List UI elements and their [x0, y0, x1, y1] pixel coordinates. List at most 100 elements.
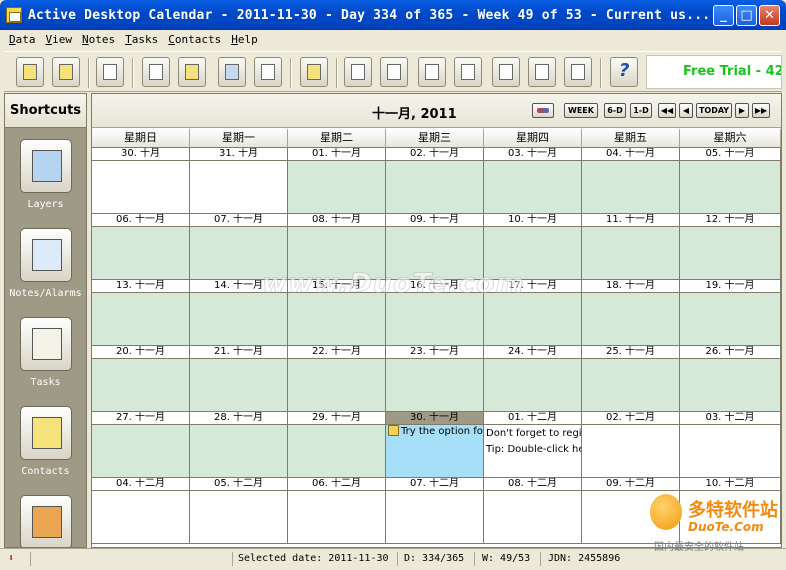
status-separator [540, 552, 541, 566]
download-icon[interactable]: ⬇ [8, 553, 20, 565]
today-button[interactable]: TODAY [696, 103, 732, 118]
layer-calendar-button[interactable] [16, 57, 44, 87]
day-cell[interactable]: 07. 十二月 [386, 478, 484, 544]
day-cell[interactable]: 04. 十一月 [582, 148, 680, 214]
menu-tasks[interactable]: Tasks [120, 31, 163, 49]
day-cell-date: 02. 十一月 [386, 148, 483, 161]
day-cell-date: 13. 十一月 [92, 280, 189, 293]
day-cell[interactable]: 18. 十一月 [582, 280, 680, 346]
day-cell-date: 02. 十二月 [582, 412, 679, 425]
calendar-note[interactable]: Tip: Double-click he [484, 441, 581, 457]
menu-view[interactable]: View [41, 31, 78, 49]
delete-layer-button[interactable] [254, 57, 282, 87]
edit-layer-button[interactable] [142, 57, 170, 87]
day-cell[interactable]: 22. 十一月 [288, 346, 386, 412]
close-button[interactable]: ✕ [759, 5, 780, 26]
day-cell[interactable]: 20. 十一月 [92, 346, 190, 412]
logo-tagline: 国内最安全的软件站 [654, 542, 744, 553]
day-cell[interactable]: 03. 十一月 [484, 148, 582, 214]
status-selected-date: Selected date: 2011-11-30 [238, 553, 389, 564]
window-title: Active Desktop Calendar - 2011-11-30 - D… [28, 8, 711, 23]
move-down-button[interactable] [454, 57, 482, 87]
day-cell[interactable]: 13. 十一月 [92, 280, 190, 346]
free-trial-banner[interactable]: Free Trial - 42 D [646, 55, 782, 89]
day-cell[interactable]: 31. 十月 [190, 148, 288, 214]
day-cell-date: 11. 十一月 [582, 214, 679, 227]
day-cell-date: 26. 十一月 [680, 346, 780, 359]
day-cell[interactable]: 27. 十一月 [92, 412, 190, 478]
day-cell[interactable]: 29. 十一月 [288, 412, 386, 478]
shortcut-pictures[interactable] [5, 495, 86, 547]
day-cell[interactable]: 06. 十二月 [288, 478, 386, 544]
month-title: 十一月, 2011 [372, 107, 457, 122]
day-cell[interactable]: 01. 十一月 [288, 148, 386, 214]
six-day-view-button[interactable]: 6-D [604, 103, 626, 118]
day-cell[interactable]: 30. 十月 [92, 148, 190, 214]
complete-task-button[interactable] [380, 57, 408, 87]
menu-notes[interactable]: Notes [77, 31, 120, 49]
menu-data[interactable]: Data [4, 31, 41, 49]
note-icon [388, 425, 399, 436]
weekday-header: 星期日 [92, 129, 190, 148]
edit-task-button[interactable] [344, 57, 372, 87]
shortcut-contacts[interactable]: Contacts [5, 406, 86, 477]
note-icon [307, 64, 321, 80]
day-cell[interactable]: 26. 十一月 [680, 346, 781, 412]
shortcut-tasks[interactable]: Tasks [5, 317, 86, 388]
search-button[interactable] [178, 57, 206, 87]
status-separator [30, 552, 31, 566]
day-cell[interactable]: 21. 十一月 [190, 346, 288, 412]
day-cell[interactable]: 28. 十一月 [190, 412, 288, 478]
shortcut-label: Notes/Alarms [9, 288, 82, 299]
day-cell-date: 01. 十一月 [288, 148, 385, 161]
help-button[interactable]: ? [610, 57, 638, 87]
maximize-button[interactable]: □ [736, 5, 757, 26]
menu-contacts[interactable]: Contacts [163, 31, 226, 49]
layer-alarm-button[interactable] [52, 57, 80, 87]
color-scheme-button[interactable] [532, 103, 554, 118]
one-day-view-button[interactable]: 1-D [630, 103, 652, 118]
day-cell-date: 06. 十一月 [92, 214, 189, 227]
pictures-icon [19, 495, 72, 547]
day-cell[interactable]: 05. 十二月 [190, 478, 288, 544]
menu-help[interactable]: Help [226, 31, 263, 49]
day-cell[interactable]: 11. 十一月 [582, 214, 680, 280]
day-cell[interactable]: 04. 十二月 [92, 478, 190, 544]
day-cell[interactable]: 01. 十二月 Don't forget to regist Tip: Double… [484, 412, 582, 478]
weekday-header: 星期六 [680, 129, 781, 148]
move-bottom-button[interactable] [528, 57, 556, 87]
minimize-button[interactable]: _ [713, 5, 734, 26]
delete-task-button[interactable] [564, 57, 592, 87]
calendar-note[interactable]: Don't forget to regist [484, 425, 581, 441]
new-note-button[interactable] [300, 57, 328, 87]
day-cell[interactable]: 06. 十一月 [92, 214, 190, 280]
day-cell-date: 31. 十月 [190, 148, 287, 161]
print-button[interactable] [96, 57, 124, 87]
day-cell[interactable]: 19. 十一月 [680, 280, 781, 346]
calendar-note[interactable]: Try the option for [386, 425, 483, 439]
day-cell[interactable]: 12. 十一月 [680, 214, 781, 280]
day-cell-date: 07. 十二月 [386, 478, 483, 491]
shortcut-layers[interactable]: Layers [5, 139, 86, 210]
next-button[interactable]: ▶ [735, 103, 749, 118]
day-cell[interactable]: 24. 十一月 [484, 346, 582, 412]
prev-button[interactable]: ◀ [679, 103, 693, 118]
move-top-button[interactable] [418, 57, 446, 87]
day-cell[interactable]: 25. 十一月 [582, 346, 680, 412]
prev-month-button[interactable]: ◀◀ [658, 103, 676, 118]
day-cell[interactable]: 23. 十一月 [386, 346, 484, 412]
day-cell[interactable]: 30. 十一月 Try the option for [386, 412, 484, 478]
day-cell-date: 23. 十一月 [386, 346, 483, 359]
toolbar: ? Free Trial - 42 D [4, 51, 782, 92]
next-month-button[interactable]: ▶▶ [752, 103, 770, 118]
move-up-button[interactable] [492, 57, 520, 87]
day-cell[interactable]: 02. 十一月 [386, 148, 484, 214]
day-cell[interactable]: 03. 十二月 [680, 412, 781, 478]
picture-button[interactable] [218, 57, 246, 87]
shortcut-notes-alarms[interactable]: Notes/Alarms [5, 228, 86, 299]
day-cell[interactable]: 05. 十一月 [680, 148, 781, 214]
day-cell[interactable]: 02. 十二月 [582, 412, 680, 478]
printer-icon [103, 64, 117, 80]
week-view-button[interactable]: WEEK [564, 103, 598, 118]
day-cell[interactable]: 08. 十二月 [484, 478, 582, 544]
